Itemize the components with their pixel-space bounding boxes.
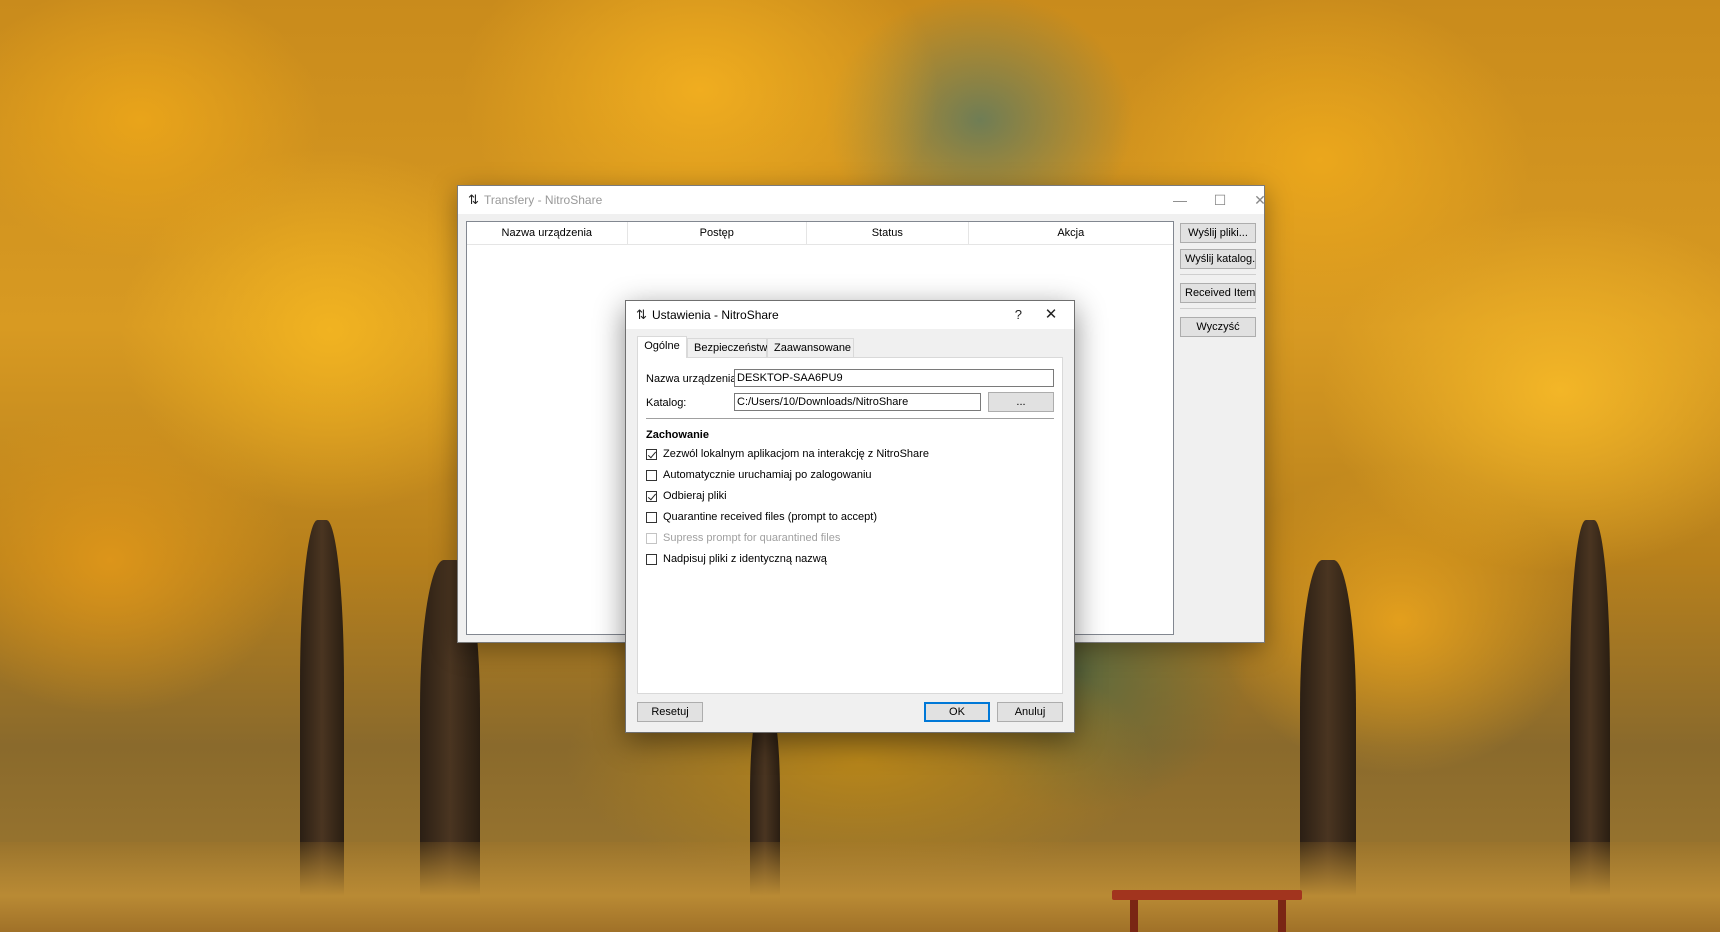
picnic-bench <box>1112 890 1302 900</box>
directory-input[interactable]: C:/Users/10/Downloads/NitroShare <box>734 393 981 411</box>
minimize-button[interactable]: — <box>1160 186 1200 214</box>
ground <box>0 842 1720 932</box>
window-title: Transfery - NitroShare <box>484 193 603 207</box>
button-separator <box>1180 274 1256 275</box>
suppress-prompt-option: Supress prompt for quarantined files <box>646 530 840 546</box>
suppress-prompt-checkbox <box>646 532 657 544</box>
autostart-label: Automatycznie uruchamiaj po zalogowaniu <box>663 469 872 481</box>
ok-button[interactable]: OK <box>924 702 990 722</box>
receive-files-checkbox[interactable] <box>646 490 657 502</box>
overwrite-files-option[interactable]: Nadpisuj pliki z identyczną nazwą <box>646 551 827 567</box>
quarantine-checkbox[interactable] <box>646 511 657 523</box>
allow-local-apps-option[interactable]: Zezwól lokalnym aplikacjom na interakcję… <box>646 446 929 462</box>
browse-directory-button[interactable]: ... <box>988 392 1054 412</box>
column-header-action[interactable]: Akcja <box>969 222 1173 244</box>
receive-files-label: Odbieraj pliki <box>663 490 727 502</box>
dialog-titlebar[interactable]: ⇅ Ustawienia - NitroShare ? ✕ <box>626 301 1074 329</box>
allow-local-apps-checkbox[interactable] <box>646 448 657 460</box>
nitroshare-icon: ⇅ <box>468 192 479 207</box>
quarantine-option[interactable]: Quarantine received files (prompt to acc… <box>646 509 877 525</box>
device-name-input[interactable]: DESKTOP-SAA6PU9 <box>734 369 1054 387</box>
column-header-status[interactable]: Status <box>807 222 969 244</box>
overwrite-files-label: Nadpisuj pliki z identyczną nazwą <box>663 553 827 565</box>
autostart-checkbox[interactable] <box>646 469 657 481</box>
column-header-device-name[interactable]: Nazwa urządzenia <box>467 222 628 244</box>
section-divider <box>646 418 1054 419</box>
send-directory-button[interactable]: Wyślij katalog... <box>1180 249 1256 269</box>
general-tab-page: Nazwa urządzenia: DESKTOP-SAA6PU9 Katalo… <box>637 357 1063 694</box>
picnic-bench-leg <box>1130 900 1138 932</box>
button-separator <box>1180 308 1256 309</box>
cancel-button[interactable]: Anuluj <box>997 702 1063 722</box>
allow-local-apps-label: Zezwól lokalnym aplikacjom na interakcję… <box>663 448 929 460</box>
directory-label: Katalog: <box>646 397 687 409</box>
received-items-button[interactable]: Received Items <box>1180 283 1256 303</box>
device-name-label: Nazwa urządzenia: <box>646 373 740 385</box>
close-button[interactable]: ✕ <box>1240 186 1280 214</box>
tab-advanced[interactable]: Zaawansowane <box>767 338 854 357</box>
quarantine-label: Quarantine received files (prompt to acc… <box>663 511 877 523</box>
reset-button[interactable]: Resetuj <box>637 702 703 722</box>
autostart-option[interactable]: Automatycznie uruchamiaj po zalogowaniu <box>646 467 872 483</box>
send-files-button[interactable]: Wyślij pliki... <box>1180 223 1256 243</box>
suppress-prompt-label: Supress prompt for quarantined files <box>663 532 841 544</box>
overwrite-files-checkbox[interactable] <box>646 553 657 565</box>
settings-dialog: ⇅ Ustawienia - NitroShare ? ✕ Ogólne Bez… <box>625 300 1075 733</box>
tab-security[interactable]: Bezpieczeństwo <box>687 338 774 357</box>
picnic-bench-leg <box>1278 900 1286 932</box>
window-titlebar[interactable]: ⇅ Transfery - NitroShare — ☐ ✕ <box>458 186 1266 214</box>
behavior-group-title: Zachowanie <box>646 429 709 441</box>
clear-button[interactable]: Wyczyść <box>1180 317 1256 337</box>
maximize-button[interactable]: ☐ <box>1200 186 1240 214</box>
nitroshare-icon: ⇅ <box>636 307 647 322</box>
dialog-title: Ustawienia - NitroShare <box>652 308 779 322</box>
receive-files-option[interactable]: Odbieraj pliki <box>646 488 727 504</box>
dialog-close-button[interactable]: ✕ <box>1036 303 1066 327</box>
column-header-progress[interactable]: Postęp <box>628 222 808 244</box>
help-button[interactable]: ? <box>1015 307 1022 322</box>
tab-general[interactable]: Ogólne <box>637 336 687 358</box>
table-header: Nazwa urządzenia Postęp Status Akcja <box>467 222 1173 245</box>
